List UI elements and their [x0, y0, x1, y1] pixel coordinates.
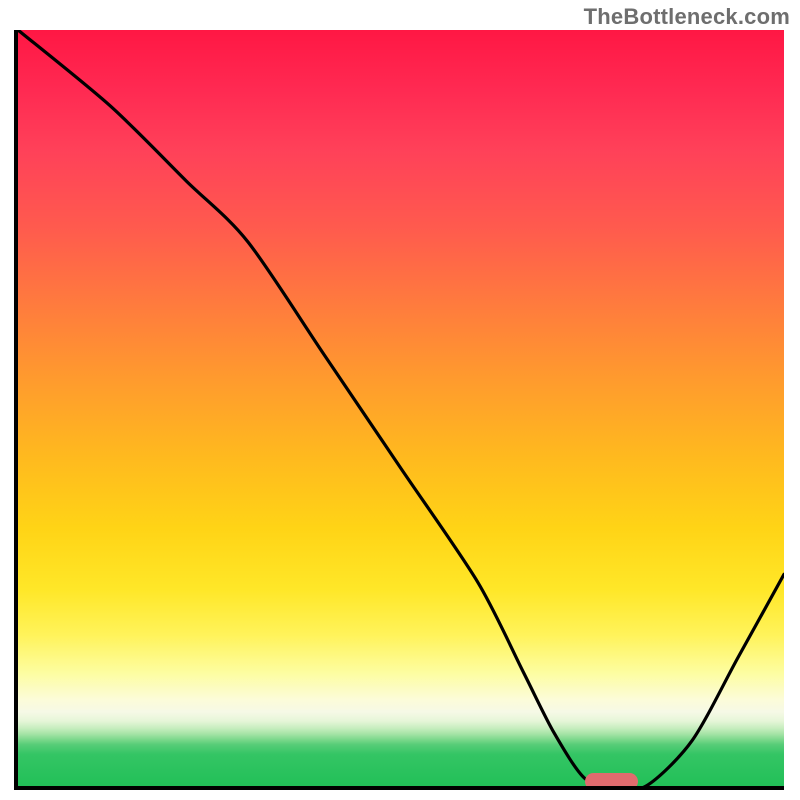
- chart-plot-area: [14, 30, 784, 790]
- bottleneck-curve: [18, 30, 784, 786]
- optimal-range-marker: [585, 773, 639, 790]
- curve-path: [18, 30, 784, 786]
- watermark-text: TheBottleneck.com: [584, 4, 790, 30]
